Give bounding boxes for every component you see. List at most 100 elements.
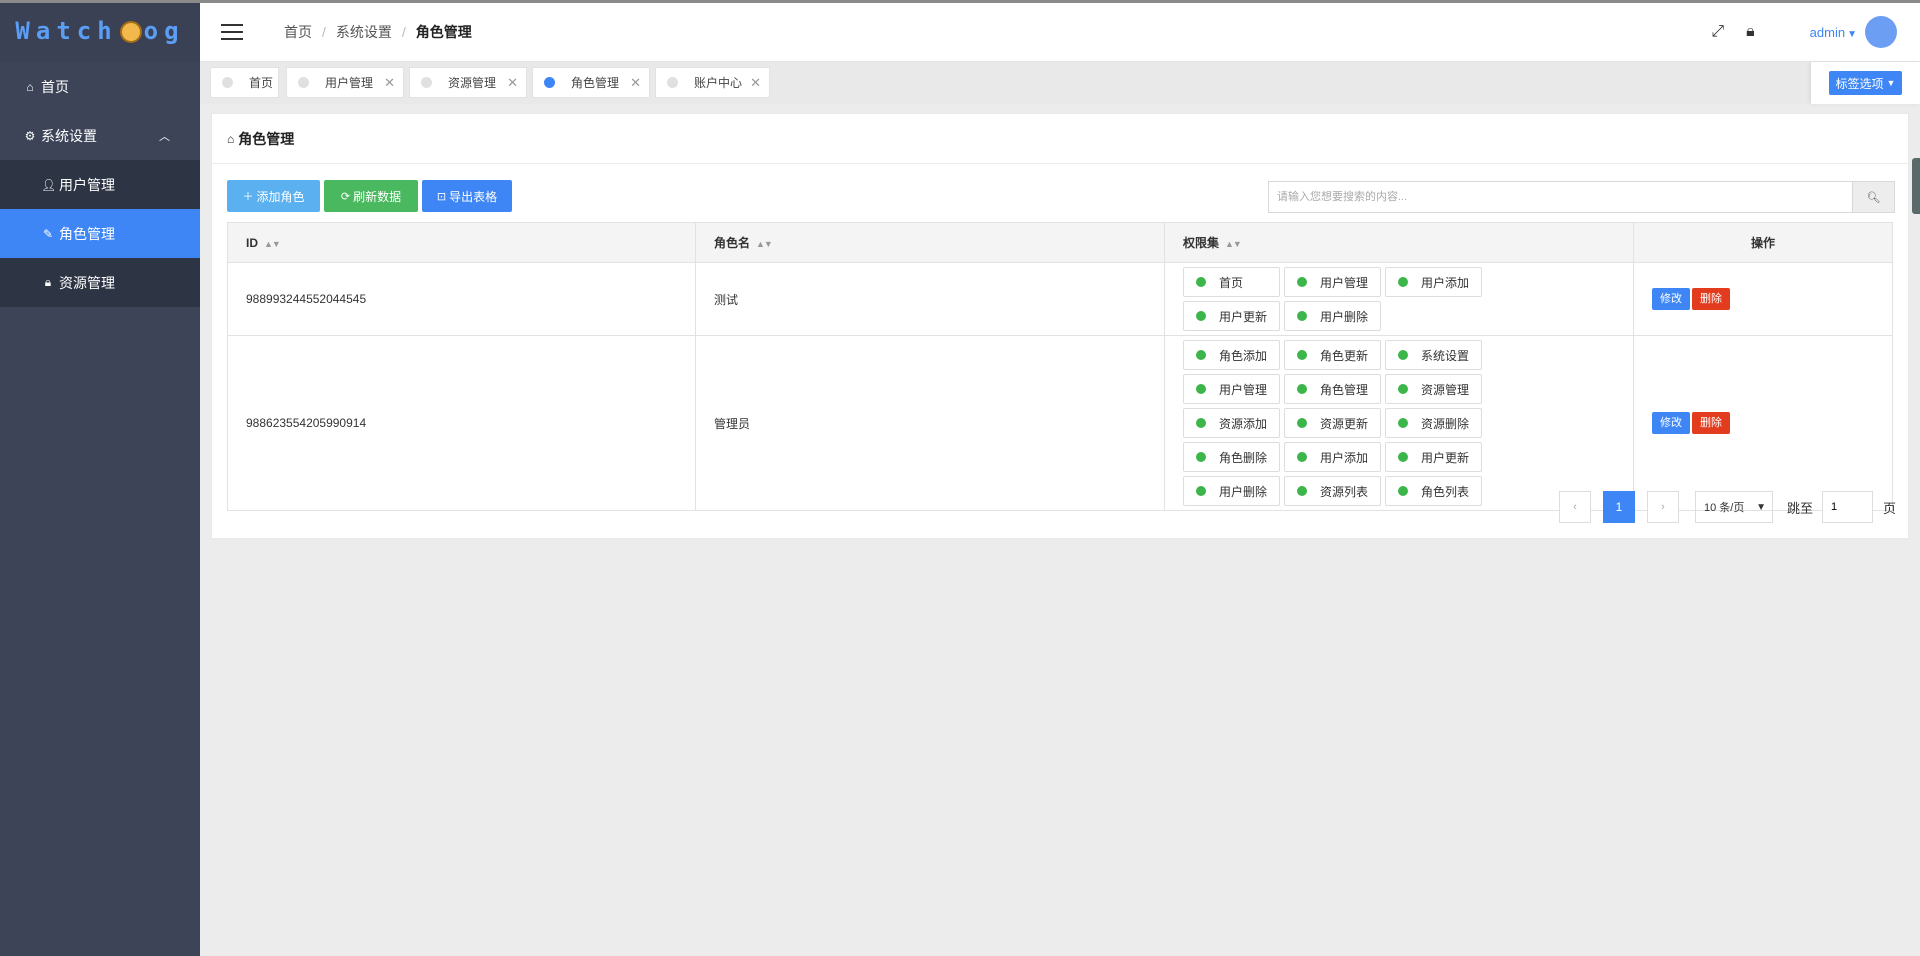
permission-tag: 用户更新 [1183,301,1280,331]
prev-page-button[interactable]: ‹ [1558,491,1591,523]
permission-label: 角色列表 [1421,484,1470,499]
sidebar-item-label: 用户管理 [59,176,115,193]
tab-label: 资源管理 [448,76,497,90]
sort-icon[interactable]: ▲▼ [756,239,773,249]
tab-options-button[interactable]: 标签选项 ▼ [1829,71,1902,95]
fullscreen-icon[interactable]: ⤢ [1711,23,1724,41]
status-dot-icon [1297,311,1307,321]
home-icon: ⌂ [26,79,34,94]
tab-home[interactable]: 首页 [210,67,279,98]
delete-button[interactable]: 删除 [1692,288,1730,310]
column-header-permissions[interactable]: 权限集 ▲▼ [1164,222,1634,263]
close-icon[interactable]: ✕ [507,75,518,91]
search-input[interactable] [1269,182,1852,212]
logo-text-left: Watch [15,17,118,45]
sidebar: Watch og ⌂ 首页 ⚙ 系统设置 ︿ 👤︎ 用户管理 ✎ 角色管理 🔒︎ … [0,0,200,956]
sidebar-item-role-management[interactable]: ✎ 角色管理 [0,209,200,258]
permission-label: 用户添加 [1421,275,1470,290]
close-icon[interactable]: ✕ [630,75,641,91]
sort-icon[interactable]: ▲▼ [1225,239,1242,249]
sort-icon[interactable]: ▲▼ [264,239,281,249]
caret-down-icon: ▼ [1847,28,1857,40]
breadcrumb-home[interactable]: 首页 [284,22,312,42]
lock-icon: 🔒︎ [44,275,52,289]
tab-label: 用户管理 [325,76,374,90]
home-icon: ⌂ [227,131,235,146]
page-size-select[interactable]: 10 条/页 ▼ [1694,491,1773,523]
jump-label: 跳至 [1786,500,1813,516]
permission-tag: 用户更新 [1385,442,1482,472]
close-icon[interactable]: ✕ [750,75,761,91]
cell-actions: 修改 删除 [1633,262,1893,336]
table-header-row: ID ▲▼ 角色名 ▲▼ 权限集 ▲▼ 操作 [227,222,1893,263]
sidebar-item-home[interactable]: ⌂ 首页 [0,62,200,111]
permission-label: 用户管理 [1219,382,1268,397]
permission-label: 角色删除 [1219,450,1268,465]
permission-tags: 角色添加 角色更新 系统设置 用户管理 角色管理 资源管理 资源添加 资源更新 … [1183,338,1583,508]
logo[interactable]: Watch og [0,0,200,62]
tab-role-management[interactable]: 角色管理 ✕ [532,67,650,98]
sidebar-item-resource-management[interactable]: 🔒︎ 资源管理 [0,258,200,307]
edit-button[interactable]: 修改 [1652,288,1690,310]
menu-toggle-icon[interactable] [221,19,243,45]
permission-label: 角色添加 [1219,348,1268,363]
sidebar-item-label: 角色管理 [59,225,115,242]
permission-label: 首页 [1219,275,1244,290]
user-menu[interactable]: admin ▼ [1810,25,1857,40]
column-header-role-name[interactable]: 角色名 ▲▼ [695,222,1165,263]
jump-page-input[interactable] [1821,491,1873,523]
top-header: 首页 / 系统设置 / 角色管理 ⤢ 🔒︎ admin ▼ [200,3,1920,62]
status-dot-icon [1196,350,1206,360]
sidebar-item-system-settings[interactable]: ⚙ 系统设置 ︿ [0,111,200,160]
role-management-card: ⌂ 角色管理 ＋添加角色 ⟳刷新数据 ⊡导出表格 🔍︎ ID ▲▼ 角色名 ▲▼ 权… [211,113,1909,539]
lock-screen-icon[interactable]: 🔒︎ [1746,23,1755,41]
permission-label: 资源更新 [1320,416,1369,431]
caret-down-icon: ▼ [1886,78,1896,88]
page-size-value: 10 条/页 [1703,502,1745,514]
table-row: 988623554205990914 管理员 角色添加 角色更新 系统设置 用户… [227,335,1893,511]
next-page-button[interactable]: › [1646,491,1679,523]
refresh-button[interactable]: ⟳ 刷新数据 [324,180,418,212]
delete-button[interactable]: 删除 [1692,412,1730,434]
role-table: ID ▲▼ 角色名 ▲▼ 权限集 ▲▼ 操作 988993244552044545 测… [227,222,1893,511]
user-name: admin [1809,24,1846,40]
tab-label: 角色管理 [571,76,620,90]
permission-label: 用户删除 [1320,309,1369,324]
search-button[interactable]: 🔍︎ [1852,182,1894,212]
status-dot-icon [1196,452,1206,462]
status-dot-icon [1297,277,1307,287]
tab-dot-icon [421,77,432,88]
cell-permissions: 角色添加 角色更新 系统设置 用户管理 角色管理 资源管理 资源添加 资源更新 … [1164,335,1634,511]
permission-tag: 资源添加 [1183,408,1280,438]
add-role-button[interactable]: ＋添加角色 [227,180,320,212]
breadcrumb-system[interactable]: 系统设置 [336,22,392,42]
chevron-left-icon: ‹ [1573,501,1577,513]
tab-account-center[interactable]: 账户中心 ✕ [655,67,770,98]
cell-id: 988993244552044545 [227,262,696,336]
edit-icon: ✎ [42,226,54,241]
sidebar-item-user-management[interactable]: 👤︎ 用户管理 [0,160,200,209]
export-button[interactable]: ⊡ 导出表格 [422,180,512,212]
edit-button[interactable]: 修改 [1652,412,1690,434]
tab-resource-management[interactable]: 资源管理 ✕ [409,67,527,98]
permission-label: 资源列表 [1320,484,1369,499]
tab-user-management[interactable]: 用户管理 ✕ [286,67,404,98]
sidebar-item-label: 首页 [41,78,69,95]
tab-dot-icon [298,77,309,88]
column-label: 操作 [1750,236,1775,250]
tab-bar: 首页 用户管理 ✕ 资源管理 ✕ 角色管理 ✕ 账户中心 ✕ 标签选项 ▼ [200,62,1920,104]
header-actions: ⤢ 🔒︎ admin ▼ [1711,3,1920,61]
side-scroll-handle[interactable] [1912,158,1920,214]
permission-tag: 角色添加 [1183,340,1280,370]
column-header-id[interactable]: ID ▲▼ [227,222,696,263]
avatar[interactable] [1865,16,1897,48]
page-button-current[interactable]: 1 [1602,491,1635,523]
permission-label: 用户更新 [1219,309,1268,324]
permission-tag: 用户管理 [1183,374,1280,404]
tab-options-wrapper: 标签选项 ▼ [1811,62,1920,104]
permission-tag: 资源更新 [1284,408,1381,438]
permission-tag: 用户添加 [1284,442,1381,472]
cell-role-name: 测试 [695,262,1165,336]
close-icon[interactable]: ✕ [384,75,395,91]
top-border [0,0,1920,3]
